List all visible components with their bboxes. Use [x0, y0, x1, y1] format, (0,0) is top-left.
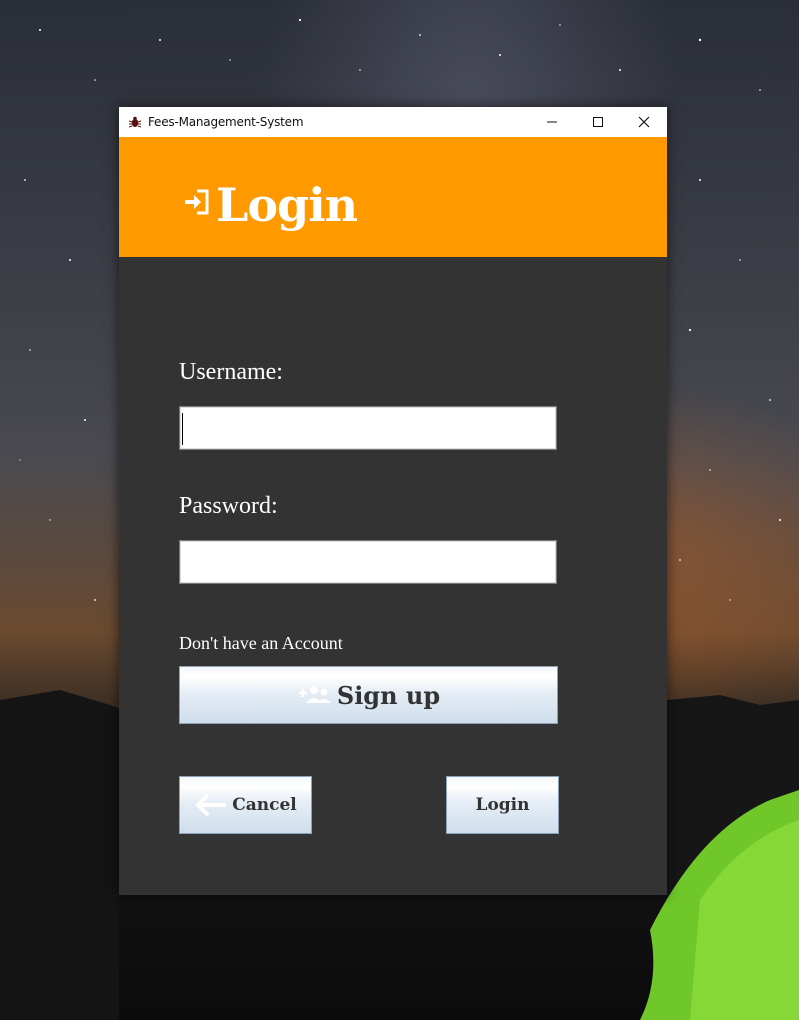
minimize-button[interactable] — [529, 107, 575, 137]
arrow-left-icon — [194, 793, 228, 817]
login-arrow-icon — [185, 189, 209, 215]
username-input[interactable] — [179, 406, 557, 450]
title-bar[interactable]: Fees-Management-System — [119, 107, 667, 137]
signup-button[interactable]: Sign up — [179, 666, 558, 724]
add-users-icon — [297, 683, 333, 707]
close-button[interactable] — [621, 107, 667, 137]
close-icon — [638, 116, 650, 128]
cancel-label: Cancel — [232, 795, 297, 815]
app-bug-icon — [128, 116, 142, 128]
password-input[interactable] — [179, 540, 557, 584]
signup-label: Sign up — [336, 680, 441, 710]
login-button[interactable]: Login — [446, 776, 559, 834]
account-prompt: Don't have an Account — [179, 633, 343, 653]
cancel-button[interactable]: Cancel — [179, 776, 312, 834]
maximize-button[interactable] — [575, 107, 621, 137]
password-label: Password: — [179, 493, 278, 519]
login-label: Login — [475, 795, 530, 815]
page-title: Login — [216, 178, 358, 232]
login-header: Login — [119, 137, 667, 257]
minimize-icon — [547, 121, 557, 123]
maximize-icon — [593, 117, 603, 127]
login-window: Fees-Management-System Login Username: P… — [119, 107, 667, 895]
username-label: Username: — [179, 359, 283, 385]
text-caret — [182, 413, 183, 445]
window-title: Fees-Management-System — [148, 115, 304, 129]
